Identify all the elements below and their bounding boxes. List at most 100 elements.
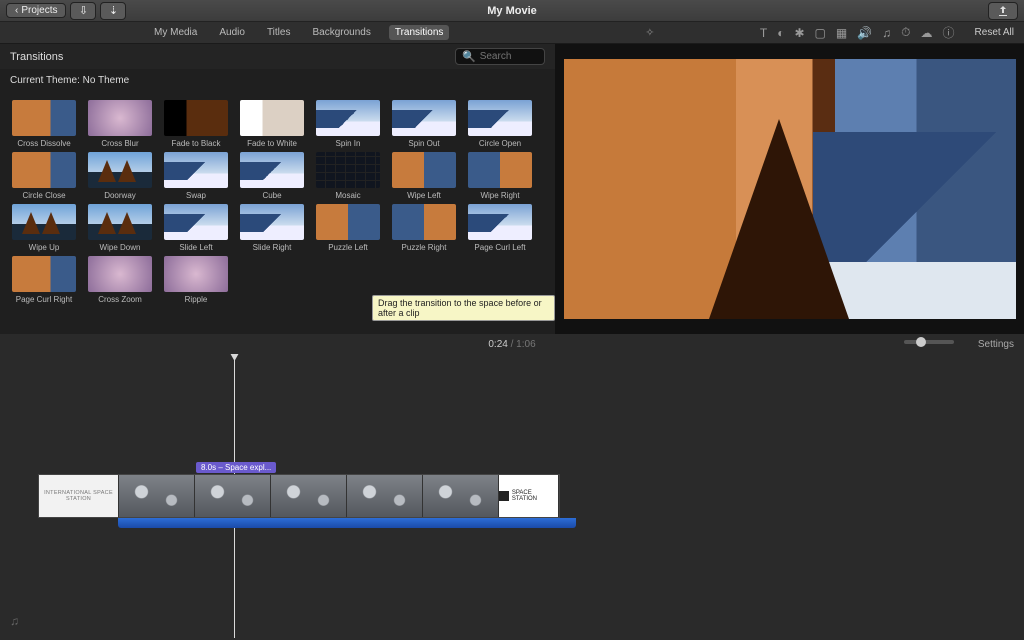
download-icon: ⇩: [79, 4, 88, 17]
transition-thumb[interactable]: Circle Open: [466, 100, 534, 148]
search-field[interactable]: 🔍: [455, 48, 545, 65]
transition-thumb-image: [164, 152, 228, 188]
timeline-zoom-slider[interactable]: [904, 340, 954, 344]
transition-thumb[interactable]: Wipe Down: [86, 204, 154, 252]
video-clip-segment[interactable]: [119, 475, 195, 517]
transition-thumb-image: [164, 256, 228, 292]
transition-thumb-image: [12, 256, 76, 292]
browser-header: Transitions 🔍: [0, 44, 555, 69]
transition-thumb[interactable]: Cross Blur: [86, 100, 154, 148]
volume-icon[interactable]: 🔊: [857, 26, 872, 40]
project-title: My Movie: [0, 5, 1024, 17]
transition-thumb[interactable]: Puzzle Left: [314, 204, 382, 252]
transition-thumb[interactable]: Doorway: [86, 152, 154, 200]
playback-time: 0:24 / 1:06: [488, 339, 535, 350]
transition-thumb[interactable]: Page Curl Right: [10, 256, 78, 304]
transition-thumb-image: [240, 152, 304, 188]
transition-thumb[interactable]: Mosaic: [314, 152, 382, 200]
transition-thumb-image: [12, 100, 76, 136]
transition-thumb[interactable]: Fade to Black: [162, 100, 230, 148]
transition-thumb[interactable]: Slide Left: [162, 204, 230, 252]
transition-thumb-image: [240, 204, 304, 240]
transition-thumb[interactable]: Swap: [162, 152, 230, 200]
transition-thumb-image: [88, 256, 152, 292]
video-track[interactable]: International Space Station SPACE STATIO…: [38, 474, 560, 518]
stabilize-icon[interactable]: ▦: [836, 26, 847, 40]
tab-backgrounds[interactable]: Backgrounds: [308, 25, 374, 40]
end-card-logo-icon: [499, 491, 509, 501]
transition-thumb-label: Spin Out: [390, 139, 458, 148]
transition-thumb-label: Spin In: [314, 139, 382, 148]
viewer-tree-shape: [709, 119, 849, 319]
transition-thumb-label: Swap: [162, 191, 230, 200]
transition-thumb-label: Circle Close: [10, 191, 78, 200]
transition-thumb[interactable]: Wipe Right: [466, 152, 534, 200]
title-card-clip[interactable]: International Space Station: [39, 475, 119, 517]
audio-track[interactable]: [118, 518, 576, 528]
crop-icon[interactable]: ▢: [815, 26, 826, 40]
viewer-canvas: [564, 59, 1016, 319]
clip-badge: 8.0s – Space expl...: [196, 462, 276, 473]
color-balance-icon[interactable]: ◐: [777, 26, 784, 40]
transition-thumb[interactable]: Cross Zoom: [86, 256, 154, 304]
clip-filter-icon[interactable]: ☁: [921, 26, 933, 40]
timeline[interactable]: 8.0s – Space expl... International Space…: [0, 354, 1024, 638]
timeline-settings-button[interactable]: Settings: [978, 339, 1014, 350]
transition-thumb[interactable]: Cross Dissolve: [10, 100, 78, 148]
projects-back-button[interactable]: ‹ Projects: [6, 3, 66, 18]
speed-icon[interactable]: ⏱: [901, 25, 910, 40]
video-clip-segment[interactable]: [271, 475, 347, 517]
transition-thumb[interactable]: Slide Right: [238, 204, 306, 252]
transition-thumb-label: Puzzle Right: [390, 243, 458, 252]
color-correction-icon[interactable]: ✱: [794, 26, 804, 40]
reset-all-button[interactable]: Reset All: [975, 27, 1014, 38]
transition-thumb[interactable]: Circle Close: [10, 152, 78, 200]
video-clip-segment[interactable]: [347, 475, 423, 517]
transition-thumb-image: [468, 152, 532, 188]
transition-thumb[interactable]: Ripple: [162, 256, 230, 304]
share-button[interactable]: [988, 2, 1018, 20]
text-icon[interactable]: T: [760, 26, 767, 40]
video-clip-segment[interactable]: [423, 475, 499, 517]
wand-icon[interactable]: ✧: [640, 26, 660, 39]
end-card-text: SPACE STATION: [512, 490, 558, 502]
transition-thumb[interactable]: Spin Out: [390, 100, 458, 148]
tab-audio[interactable]: Audio: [215, 25, 249, 40]
transition-thumb-image: [468, 204, 532, 240]
browser-title: Transitions: [10, 51, 63, 63]
transition-thumb[interactable]: Spin In: [314, 100, 382, 148]
transition-thumb[interactable]: Puzzle Right: [390, 204, 458, 252]
sliders-icon: ⇣: [109, 4, 118, 17]
transition-thumb-label: Wipe Right: [466, 191, 534, 200]
main-split: Transitions 🔍 Current Theme: No Theme Cr…: [0, 44, 1024, 334]
transition-thumb-label: Slide Left: [162, 243, 230, 252]
transition-thumb[interactable]: Cube: [238, 152, 306, 200]
transition-thumb[interactable]: Wipe Up: [10, 204, 78, 252]
secondary-toolbar: My Media Audio Titles Backgrounds Transi…: [0, 22, 1024, 44]
transition-thumb[interactable]: Fade to White: [238, 100, 306, 148]
info-icon[interactable]: ⓘ: [943, 24, 955, 41]
import-media-button[interactable]: ⇩: [70, 2, 96, 20]
share-icon: [997, 5, 1009, 17]
video-clip-segment[interactable]: [195, 475, 271, 517]
music-well-icon[interactable]: ♫: [10, 614, 19, 628]
transition-thumb-label: Page Curl Left: [466, 243, 534, 252]
tab-my-media[interactable]: My Media: [150, 25, 201, 40]
end-card-clip[interactable]: SPACE STATION: [499, 475, 559, 517]
transition-thumb[interactable]: Wipe Left: [390, 152, 458, 200]
current-time: 0:24: [488, 339, 507, 350]
transition-thumb[interactable]: Page Curl Left: [466, 204, 534, 252]
preview-viewer[interactable]: [556, 44, 1024, 334]
tab-transitions[interactable]: Transitions: [389, 25, 450, 40]
transition-thumb-label: Circle Open: [466, 139, 534, 148]
transition-thumb-image: [12, 204, 76, 240]
noise-reduction-icon[interactable]: ♫: [882, 26, 891, 40]
library-list-button[interactable]: ⇣: [100, 2, 126, 20]
transition-thumb-image: [12, 152, 76, 188]
transition-thumb-image: [316, 152, 380, 188]
search-input[interactable]: [480, 51, 540, 62]
transition-thumb-label: Wipe Down: [86, 243, 154, 252]
tab-titles[interactable]: Titles: [263, 25, 295, 40]
drag-tooltip: Drag the transition to the space before …: [372, 295, 555, 321]
transition-thumb-image: [88, 100, 152, 136]
